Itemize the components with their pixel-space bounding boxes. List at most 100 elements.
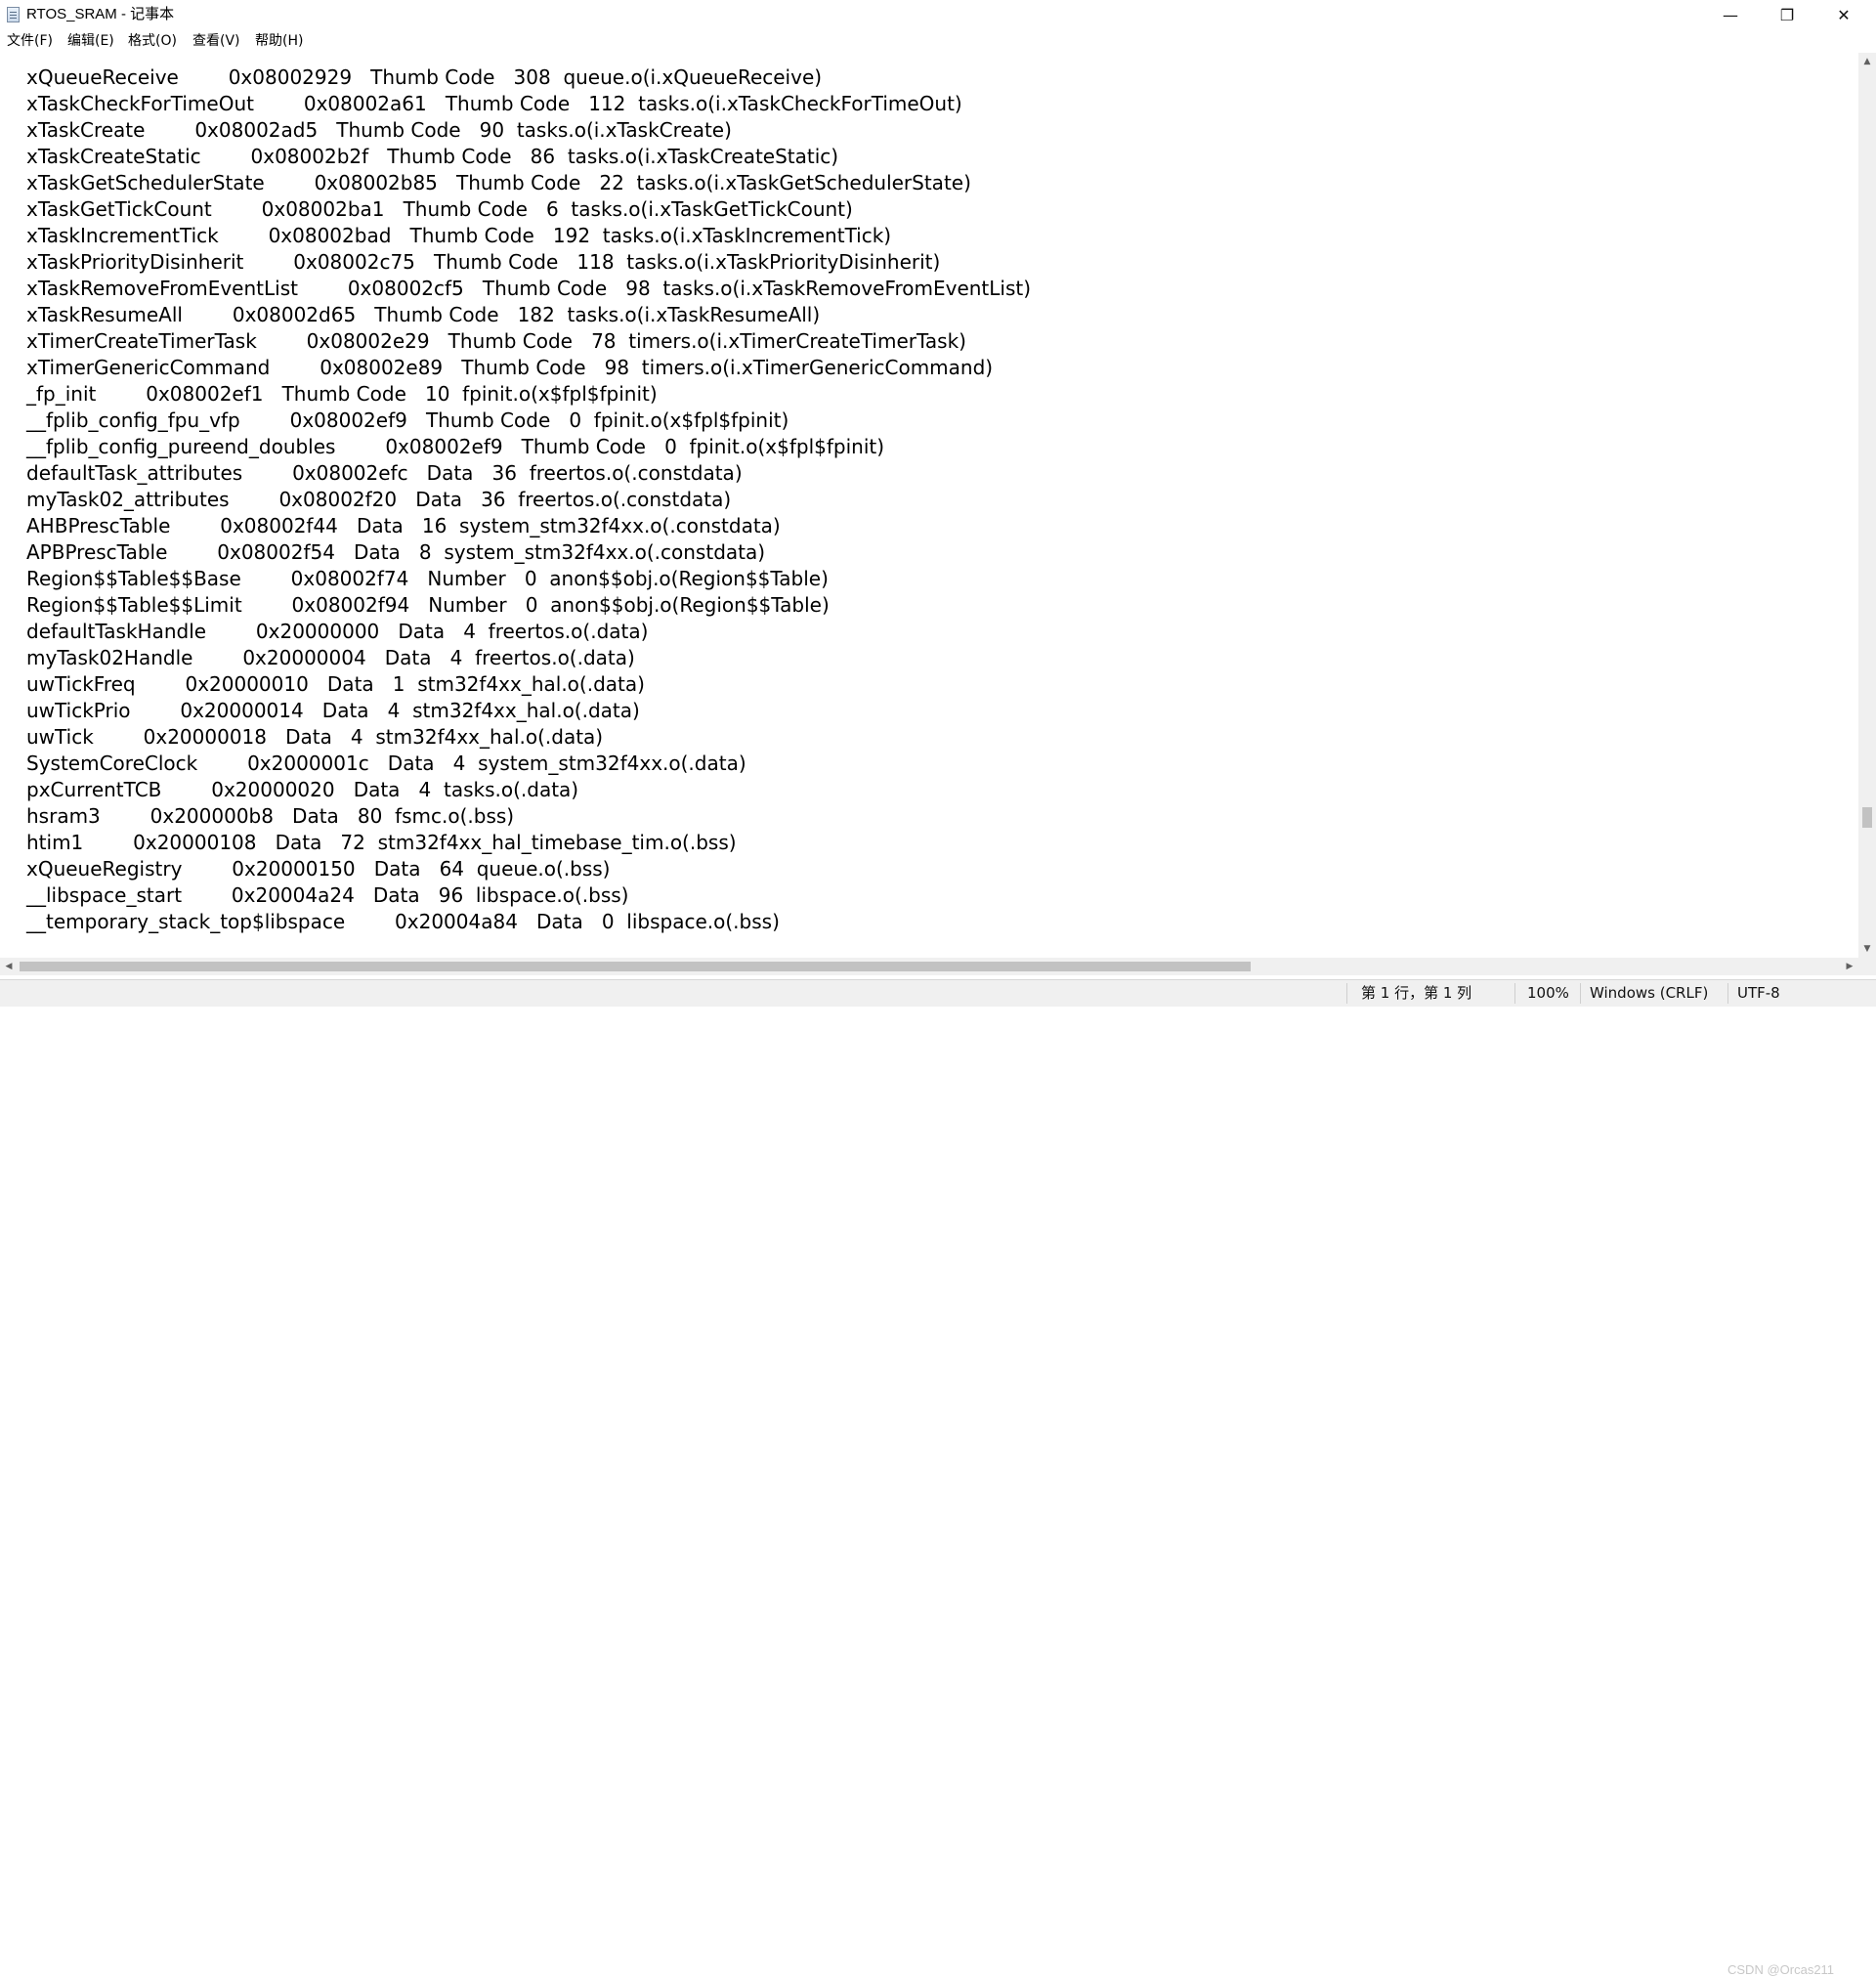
- line-name: pxCurrentTCB: [26, 778, 162, 801]
- vertical-scroll-thumb[interactable]: [1862, 807, 1872, 828]
- line-addr: 0x20000150: [232, 857, 356, 881]
- text-line: xTaskResumeAll 0x08002d65 Thumb Code 182…: [26, 302, 820, 328]
- text-line: defaultTask_attributes 0x08002efc Data 3…: [26, 460, 743, 487]
- line-type: Data: [536, 910, 583, 933]
- line-name: __temporary_stack_top$libspace: [26, 910, 346, 933]
- horizontal-scroll-thumb[interactable]: [20, 962, 1251, 971]
- vertical-scrollbar[interactable]: ▲ ▼: [1858, 53, 1876, 958]
- line-addr: 0x2000001c: [247, 752, 369, 775]
- line-name: __fplib_config_pureend_doubles: [26, 435, 336, 458]
- line-name: SystemCoreClock: [26, 752, 198, 775]
- line-object: tasks.o(i.xTaskPriorityDisinherit): [626, 250, 941, 274]
- scroll-left-arrow-icon[interactable]: ◀: [0, 958, 18, 975]
- line-type: Thumb Code: [521, 435, 646, 458]
- text-line: xTaskCheckForTimeOut 0x08002a61 Thumb Co…: [26, 91, 962, 117]
- line-name: hsram3: [26, 804, 101, 828]
- line-type: Data: [326, 672, 374, 696]
- line-type: Data: [415, 488, 462, 511]
- line-addr: 0x08002ef1: [146, 382, 264, 406]
- status-divider: [1727, 983, 1728, 1004]
- status-divider: [1514, 983, 1515, 1004]
- text-line: xTimerCreateTimerTask 0x08002e29 Thumb C…: [26, 328, 966, 355]
- line-name: __libspace_start: [26, 883, 183, 907]
- text-line: _fp_init 0x08002ef1 Thumb Code 10 fpinit…: [26, 381, 658, 408]
- line-type: Thumb Code: [403, 197, 528, 221]
- line-type: Thumb Code: [482, 277, 608, 300]
- line-size: 0: [525, 593, 538, 617]
- line-size: 96: [438, 883, 464, 907]
- line-size: 8: [418, 540, 432, 564]
- line-addr: 0x20000108: [133, 831, 257, 854]
- line-addr: 0x08002f74: [290, 567, 409, 590]
- line-type: Thumb Code: [387, 145, 512, 168]
- text-line: SystemCoreClock 0x2000001c Data 4 system…: [26, 751, 746, 777]
- line-object: stm32f4xx_hal.o(.data): [375, 725, 604, 749]
- menu-format[interactable]: 格式(O): [128, 31, 177, 51]
- line-addr: 0x08002bad: [268, 224, 392, 247]
- line-object: tasks.o(i.xTaskCheckForTimeOut): [638, 92, 962, 115]
- scroll-right-arrow-icon[interactable]: ▶: [1841, 958, 1858, 975]
- line-addr: 0x08002b85: [314, 171, 438, 194]
- text-line: xTaskGetSchedulerState 0x08002b85 Thumb …: [26, 170, 971, 196]
- line-size: 0: [664, 435, 677, 458]
- line-object: timers.o(i.xTimerGenericCommand): [641, 356, 994, 379]
- line-type: Data: [373, 857, 421, 881]
- text-line: xTaskPriorityDisinherit 0x08002c75 Thumb…: [26, 249, 940, 276]
- line-name: AHBPrescTable: [26, 514, 171, 537]
- menu-view[interactable]: 查看(V): [192, 31, 240, 51]
- text-line: xTaskIncrementTick 0x08002bad Thumb Code…: [26, 223, 891, 249]
- line-addr: 0x08002e29: [306, 329, 430, 353]
- line-type: Thumb Code: [448, 329, 573, 353]
- line-name: xTimerCreateTimerTask: [26, 329, 257, 353]
- status-divider: [1580, 983, 1581, 1004]
- scroll-down-arrow-icon[interactable]: ▼: [1858, 940, 1876, 958]
- scroll-up-arrow-icon[interactable]: ▲: [1858, 53, 1876, 70]
- line-name: xTaskCreate: [26, 118, 146, 142]
- close-button[interactable]: ✕: [1821, 0, 1866, 29]
- line-addr: 0x20000020: [211, 778, 335, 801]
- line-size: 90: [479, 118, 505, 142]
- encoding: UTF-8: [1737, 984, 1780, 1002]
- cursor-position: 第 1 行，第 1 列: [1361, 984, 1472, 1002]
- horizontal-scrollbar[interactable]: ◀ ▶: [0, 958, 1858, 975]
- line-object: freertos.o(.data): [475, 646, 635, 669]
- line-addr: 0x20000010: [185, 672, 309, 696]
- line-name: xTaskCreateStatic: [26, 145, 201, 168]
- line-addr: 0x200000b8: [149, 804, 274, 828]
- line-object: system_stm32f4xx.o(.data): [478, 752, 746, 775]
- maximize-button[interactable]: ❐: [1765, 0, 1810, 29]
- line-addr: 0x20000018: [143, 725, 267, 749]
- line-object: freertos.o(.constdata): [529, 461, 743, 485]
- menu-help[interactable]: 帮助(H): [255, 31, 303, 51]
- status-divider: [1346, 983, 1347, 1004]
- minimize-button[interactable]: —: [1708, 0, 1753, 29]
- text-line: hsram3 0x200000b8 Data 80 fsmc.o(.bss): [26, 803, 514, 830]
- line-name: uwTick: [26, 725, 94, 749]
- line-name: xTimerGenericCommand: [26, 356, 271, 379]
- menu-file[interactable]: 文件(F): [7, 31, 53, 51]
- text-editor-area[interactable]: xQueueReceive 0x08002929 Thumb Code 308 …: [0, 53, 1858, 958]
- line-size: 4: [387, 699, 401, 722]
- window-title: RTOS_SRAM - 记事本: [26, 6, 175, 22]
- line-addr: 0x08002f94: [291, 593, 410, 617]
- line-object: tasks.o(i.xTaskRemoveFromEventList): [662, 277, 1032, 300]
- line-type: Thumb Code: [374, 303, 499, 326]
- line-object: stm32f4xx_hal_timebase_tim.o(.bss): [377, 831, 737, 854]
- line-object: tasks.o(i.xTaskCreateStatic): [567, 145, 839, 168]
- line-name: xTaskPriorityDisinherit: [26, 250, 244, 274]
- line-type: Data: [398, 620, 446, 643]
- line-size: 80: [357, 804, 383, 828]
- menu-edit[interactable]: 编辑(E): [67, 31, 114, 51]
- line-ending: Windows (CRLF): [1590, 984, 1709, 1002]
- line-object: tasks.o(i.xTaskIncrementTick): [602, 224, 892, 247]
- text-line: xTaskCreate 0x08002ad5 Thumb Code 90 tas…: [26, 117, 732, 144]
- line-addr: 0x08002ad5: [194, 118, 319, 142]
- text-line: uwTick 0x20000018 Data 4 stm32f4xx_hal.o…: [26, 724, 603, 751]
- line-object: fpinit.o(x$fpl$fpinit): [462, 382, 658, 406]
- line-type: Thumb Code: [370, 65, 495, 89]
- line-type: Thumb Code: [445, 92, 571, 115]
- line-size: 4: [463, 620, 476, 643]
- line-addr: 0x08002d65: [232, 303, 357, 326]
- line-name: xTaskCheckForTimeOut: [26, 92, 254, 115]
- line-size: 98: [604, 356, 630, 379]
